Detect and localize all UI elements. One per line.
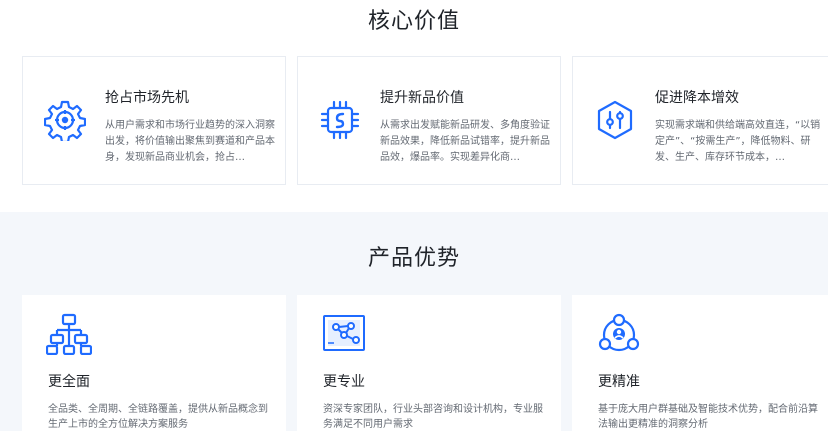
value-card-title: 提升新品价值 (380, 90, 464, 106)
advantage-card-desc: 全品类、全周期、全链路覆盖，提供从新品概念到生产上市的全方位解决方案服务 (48, 404, 268, 430)
advantage-card-title: 更全面 (48, 374, 90, 390)
value-card-title: 促进降本增效 (655, 90, 739, 106)
advantage-card-comprehensive[interactable]: 更全面 全品类、全周期、全链路覆盖，提供从新品概念到生产上市的全方位解决方案服务 (22, 295, 286, 431)
value-card-cost[interactable]: 促进降本增效 实现需求端和供给端高效直连，“以销定产”、“按需生产”，降低物料、… (572, 56, 828, 185)
advantage-card-title: 更精准 (598, 374, 640, 390)
value-card-market[interactable]: 抢占市场先机 从用户需求和市场行业趋势的深入洞察出发，将价值输出聚焦到赛道和产品… (22, 56, 286, 185)
advantage-card-desc: 资深专家团队，行业头部咨询和设计机构，专业服务满足不同用户需求 (323, 404, 543, 430)
chip-icon (319, 99, 361, 141)
advantage-card-professional[interactable]: 更专业 资深专家团队，行业头部咨询和设计机构，专业服务满足不同用户需求 (297, 295, 561, 431)
advantage-card-desc: 基于庞大用户群基础及智能技术优势，配合前沿算法输出更精准的洞察分析 (598, 404, 818, 430)
hexagon-sliders-icon (594, 99, 636, 141)
value-card-title: 抢占市场先机 (105, 90, 189, 106)
advantages-title: 产品优势 (367, 246, 460, 271)
network-board-icon (321, 313, 367, 355)
user-cluster-icon (596, 313, 642, 355)
value-card-product[interactable]: 提升新品价值 从需求出发赋能新品研发、多角度验证新品效果，降低新品试错率，提升新… (297, 56, 561, 185)
gear-target-icon (44, 99, 86, 141)
advantage-card-precise[interactable]: 更精准 基于庞大用户群基础及智能技术优势，配合前沿算法输出更精准的洞察分析 (572, 295, 828, 431)
org-chart-icon (46, 313, 92, 355)
value-card-desc: 实现需求端和供给端高效直连，“以销定产”、“按需生产”，降低物料、研发、生产、库… (655, 120, 821, 163)
core-value-title: 核心价值 (367, 9, 460, 34)
advantage-card-title: 更专业 (323, 374, 365, 390)
value-card-desc: 从需求出发赋能新品研发、多角度验证新品效果，降低新品试错率，提升新品品效，爆品率… (380, 120, 550, 163)
value-card-desc: 从用户需求和市场行业趋势的深入洞察出发，将价值输出聚焦到赛道和产品本身，发现新品… (105, 120, 275, 163)
